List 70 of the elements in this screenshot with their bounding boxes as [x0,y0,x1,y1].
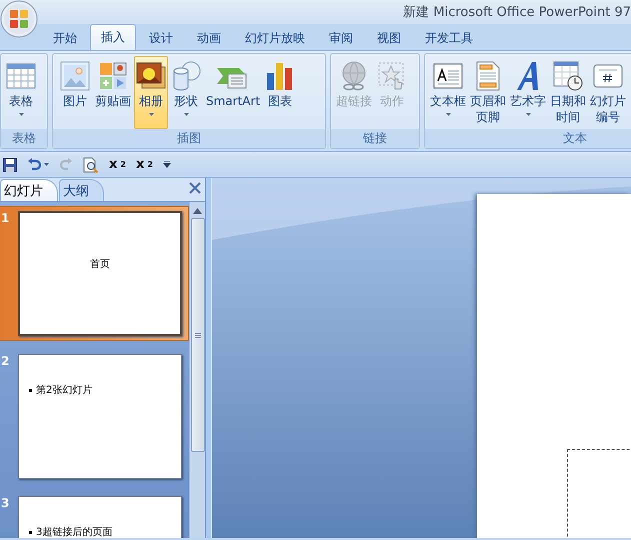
slide-row[interactable]: 2 第2张幻灯片 [0,350,189,483]
ribbon-button[interactable]: 剪贴画 [93,56,133,129]
photo-album-icon [136,62,166,90]
ribbon-button[interactable]: 相册 [134,56,168,129]
caret-icon [148,112,154,116]
selected-slide-row[interactable]: 1 首页 [0,206,189,341]
slide-thumbnail[interactable]: 3超链接后的页面 [18,496,182,538]
slide-row[interactable]: 3 3超链接后的页面 [0,492,189,538]
document-icon [475,61,501,91]
wordart-icon [515,61,541,91]
pane-splitter[interactable] [205,178,212,538]
bullet-text: 3超链接后的页面 [36,526,112,538]
ribbon-button[interactable]: 幻灯片编号 [588,56,628,129]
table-icon [6,62,36,90]
slide-thumbnail[interactable]: 第2张幻灯片 [18,354,182,479]
ribbon-tab[interactable]: 动画 [186,26,232,50]
slide-number: 1 [0,211,10,227]
undo-icon [27,158,41,172]
group-label: 表格 [1,129,47,148]
caret-icon [44,163,49,166]
customize-icon [162,161,171,168]
ribbon-button[interactable]: 文本框 [428,56,468,129]
caret-icon [446,112,450,116]
ribbon-button[interactable]: 图片 [58,56,92,129]
caret-icon [184,112,188,116]
print-preview-icon [83,156,99,172]
pane-tab[interactable]: 幻灯片 [0,179,58,201]
slide-number: 3 [0,496,10,512]
ribbon-button[interactable]: 图表 [263,56,298,129]
ribbon-tab[interactable]: 插入 [90,24,136,50]
slide-number: 2 [0,354,10,370]
group-label: 插图 [53,129,325,148]
close-icon[interactable] [189,182,201,194]
caret-icon [526,112,530,116]
format-button[interactable]: x$^{2}$ [107,154,128,174]
group-label: 文本 [425,129,631,148]
slide-title: 首页 [89,258,111,271]
ribbon-tab[interactable]: 开发工具 [414,26,484,50]
save-icon [3,158,17,172]
grip-icon [194,332,200,338]
redo-icon [59,158,73,172]
ribbon-tab[interactable]: 幻灯片放映 [234,26,316,50]
scrollbar[interactable] [189,202,205,538]
ribbon-tab[interactable]: 设计 [138,26,184,50]
ribbon-button[interactable]: 页眉和页脚 [468,56,508,129]
caret-icon [18,112,24,116]
shapes-icon [171,61,201,91]
bullet-icon [29,388,32,392]
ribbon-button[interactable]: 表格 [4,56,38,129]
clipart-icon [99,62,127,90]
calendar-clock-icon [553,61,583,91]
ribbon-tab[interactable]: 视图 [366,26,412,50]
ribbon-tab[interactable]: 审阅 [318,26,364,50]
toolbar-button[interactable] [81,154,101,174]
scroll-up-icon[interactable] [193,208,202,214]
ribbon-button[interactable]: 日期和时间 [548,56,588,129]
bullet-text: 第2张幻灯片 [36,384,92,397]
pane-tab[interactable]: 大纲 [59,179,104,201]
window-title: 新建 Microsoft Office PowerPoint 97 [403,4,631,21]
slide-number-icon [593,64,623,88]
bullet-icon [29,530,32,534]
ribbon-button[interactable]: 艺术字 [508,56,548,129]
ribbon-button[interactable]: SmartArt [204,56,262,129]
group-label: 链接 [331,129,419,148]
slide-thumbnail[interactable]: 首页 [18,211,182,336]
picture-icon [60,61,90,91]
scrollbar-thumb[interactable] [190,218,204,452]
text-box-icon [433,63,463,89]
ribbon-button[interactable]: 形状 [169,56,203,129]
ribbon-tab[interactable]: 开始 [42,26,88,50]
